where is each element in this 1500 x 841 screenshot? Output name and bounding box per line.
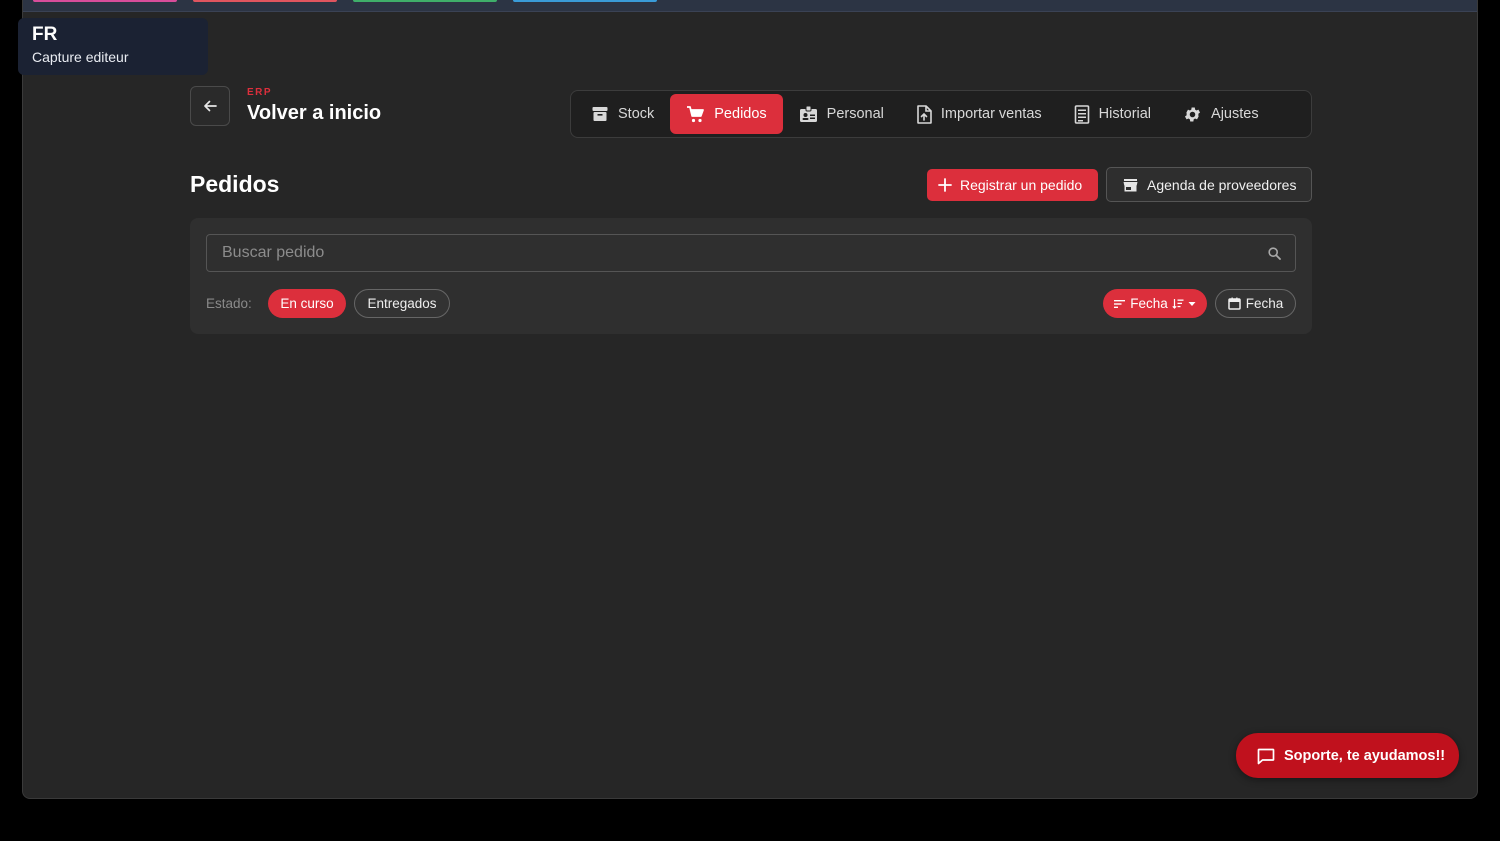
filter-panel: Estado: En curso Entregados Fecha [190,218,1312,334]
home-title[interactable]: Volver a inicio [247,102,381,125]
sort-descending-icon [1172,298,1184,309]
tab-pedidos-label: Pedidos [714,106,767,122]
file-upload-icon [917,104,932,124]
gear-icon [1185,107,1201,121]
tab-historial-label: Historial [1098,106,1152,122]
register-order-label: Registrar un pedido [960,177,1083,193]
cart-icon [687,105,705,122]
filter-chip-entregados[interactable]: Entregados [354,289,450,318]
language-badge: FR Capture editeur [18,18,208,75]
search-icon[interactable] [1268,247,1281,260]
section-label: ERP [247,87,273,98]
tab-importar-ventas[interactable]: Importar ventas [900,94,1058,134]
sort-chip-label: Fecha [1130,296,1168,311]
receipt-icon [1074,104,1089,124]
capture-editor-label: Capture editeur [32,49,129,65]
tab-stock-label: Stock [618,106,655,122]
calendar-icon [1227,297,1241,310]
tab-ajustes[interactable]: Ajustes [1167,94,1275,134]
support-chat-button[interactable]: Soporte, te ayudamos!! [1236,733,1459,778]
filter-chip-en-curso[interactable]: En curso [268,289,346,318]
browser-tab-strip [23,0,1477,12]
store-icon [1123,178,1138,191]
search-input[interactable] [207,235,1295,271]
sort-by-date-chip[interactable]: Fecha [1103,289,1207,318]
tab-ajustes-label: Ajustes [1211,106,1259,122]
chevron-down-icon [1188,301,1196,306]
tab-personal[interactable]: Personal [783,94,900,134]
search-box [206,234,1296,272]
suppliers-agenda-button[interactable]: Agenda de proveedores [1106,167,1312,202]
app-window: ERP Volver a inicio Stock Pedidos Person… [22,0,1478,799]
date-filter-chip[interactable]: Fecha [1215,289,1296,318]
suppliers-agenda-label: Agenda de proveedores [1147,176,1297,193]
tab-stock[interactable]: Stock [575,94,670,134]
tab-historial[interactable]: Historial [1058,94,1167,134]
support-label: Soporte, te ayudamos!! [1284,747,1446,764]
chat-icon [1257,748,1275,764]
estado-label: Estado: [206,296,252,311]
arrow-left-icon [204,100,217,112]
tab-importar-ventas-label: Importar ventas [940,106,1042,122]
plus-icon [938,178,952,192]
tab-personal-label: Personal [826,106,884,122]
badge-icon [799,105,817,122]
tab-pedidos[interactable]: Pedidos [670,94,783,134]
archive-icon [592,107,608,121]
sort-icon [1114,299,1126,308]
date-chip-label: Fecha [1245,296,1284,311]
language-code: FR [32,24,58,45]
register-order-button[interactable]: Registrar un pedido [927,169,1098,201]
page-title: Pedidos [190,171,280,197]
main-nav: Stock Pedidos Personal Importar ventas H… [570,90,1312,138]
back-button[interactable] [190,86,230,126]
